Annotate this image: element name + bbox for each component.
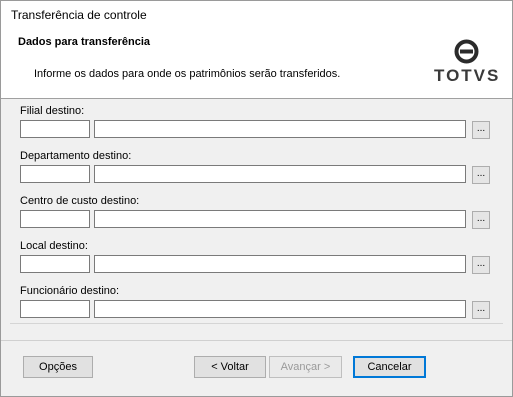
options-button[interactable]: Opções bbox=[23, 356, 93, 378]
field-label: Local destino: bbox=[20, 240, 88, 252]
field-filial: Filial destino: ... bbox=[1, 105, 512, 145]
local-code-input[interactable] bbox=[20, 255, 90, 273]
page-heading: Dados para transferência bbox=[18, 36, 151, 48]
dialog-window: Transferência de controle Dados para tra… bbox=[0, 0, 513, 397]
form-divider bbox=[10, 323, 503, 324]
field-label: Filial destino: bbox=[20, 105, 85, 117]
cancel-button[interactable]: Cancelar bbox=[353, 356, 426, 378]
field-label: Departamento destino: bbox=[20, 150, 132, 162]
field-local: Local destino: ... bbox=[1, 240, 512, 280]
window-title: Transferência de controle bbox=[11, 8, 147, 22]
filial-lookup-button[interactable]: ... bbox=[472, 121, 490, 139]
totvs-symbol-icon bbox=[454, 39, 479, 64]
field-departamento: Departamento destino: ... bbox=[1, 150, 512, 190]
logo-text: TOTVS bbox=[434, 66, 501, 85]
departamento-code-input[interactable] bbox=[20, 165, 90, 183]
filial-code-input[interactable] bbox=[20, 120, 90, 138]
title-bar: Transferência de controle bbox=[1, 1, 512, 28]
next-button[interactable]: Avançar > bbox=[269, 356, 342, 378]
local-lookup-button[interactable]: ... bbox=[472, 256, 490, 274]
back-button[interactable]: < Voltar bbox=[194, 356, 266, 378]
funcionario-code-input[interactable] bbox=[20, 300, 90, 318]
funcionario-description-input[interactable] bbox=[94, 300, 466, 318]
field-label: Funcionário destino: bbox=[20, 285, 120, 297]
local-description-input[interactable] bbox=[94, 255, 466, 273]
funcionario-lookup-button[interactable]: ... bbox=[472, 301, 490, 319]
footer-divider bbox=[1, 340, 512, 341]
totvs-logo: TOTVS bbox=[434, 38, 500, 90]
field-funcionario: Funcionário destino: ... bbox=[1, 285, 512, 325]
centro-custo-code-input[interactable] bbox=[20, 210, 90, 228]
wizard-header: Dados para transferência Informe os dado… bbox=[1, 28, 512, 99]
centro-custo-description-input[interactable] bbox=[94, 210, 466, 228]
centro-custo-lookup-button[interactable]: ... bbox=[472, 211, 490, 229]
departamento-lookup-button[interactable]: ... bbox=[472, 166, 490, 184]
field-label: Centro de custo destino: bbox=[20, 195, 140, 207]
filial-description-input[interactable] bbox=[94, 120, 466, 138]
departamento-description-input[interactable] bbox=[94, 165, 466, 183]
page-subtitle: Informe os dados para onde os patrimônio… bbox=[34, 68, 341, 80]
field-centro-custo: Centro de custo destino: ... bbox=[1, 195, 512, 235]
